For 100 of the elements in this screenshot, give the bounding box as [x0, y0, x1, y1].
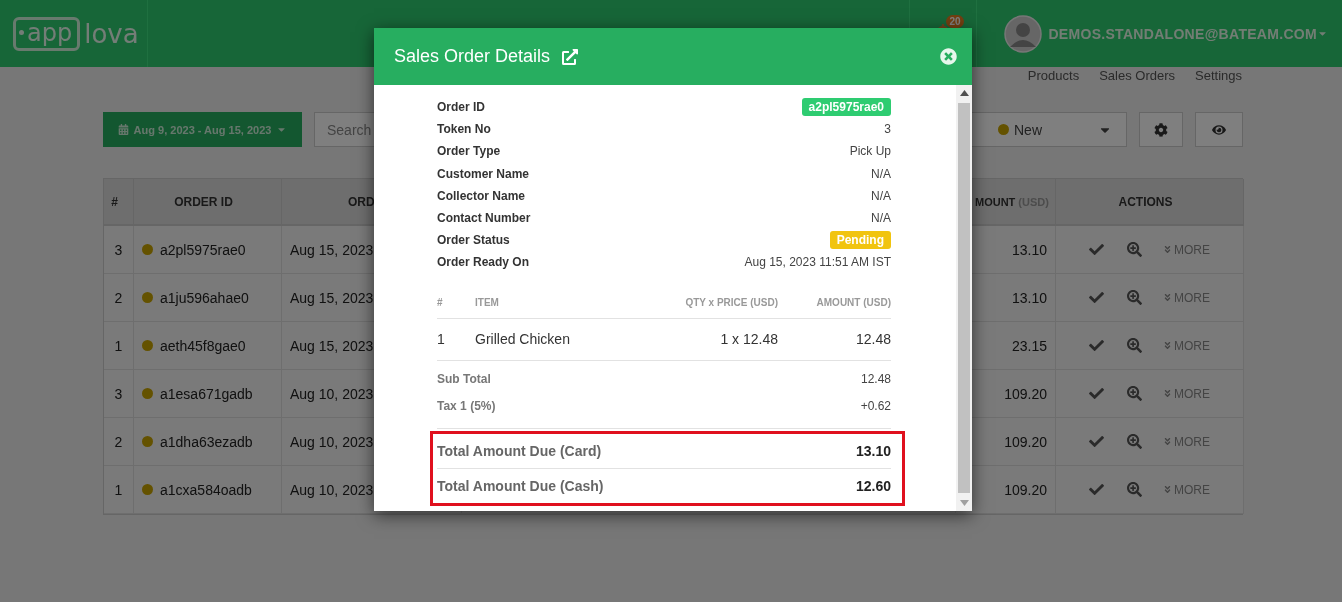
order-id: a1ju596ahae0 — [160, 289, 249, 306]
detail-value: Pick Up — [849, 144, 891, 159]
item-name: Grilled Chicken — [475, 331, 570, 347]
order-id: aeth45f8gae0 — [160, 337, 246, 354]
row-number: 3 — [114, 241, 123, 258]
status-dot — [142, 244, 153, 255]
zoom-icon[interactable] — [1127, 242, 1142, 257]
zoom-icon[interactable] — [1127, 482, 1142, 497]
view-button[interactable] — [1195, 112, 1243, 147]
status-dot — [998, 124, 1009, 135]
external-link-icon[interactable] — [562, 48, 579, 65]
summary-label: Sub Total — [437, 372, 491, 386]
check-icon[interactable] — [1089, 242, 1104, 257]
check-icon[interactable] — [1089, 290, 1104, 305]
column-header: # — [104, 179, 134, 226]
order-date: Aug 10, 2023 — [290, 433, 374, 450]
status-dot — [142, 292, 153, 303]
scrollbar[interactable] — [956, 85, 972, 511]
order-id: a1esa671gadb — [160, 385, 253, 402]
summary-value: +0.62 — [860, 399, 891, 413]
row-number: 2 — [114, 433, 123, 450]
column-header: AMOUNT (USD) — [778, 287, 891, 319]
status-badge: Pending — [829, 231, 891, 250]
detail-label: Order Type — [437, 144, 501, 159]
logo-text: lova — [84, 18, 139, 49]
status-dot — [142, 436, 153, 447]
check-icon[interactable] — [1089, 386, 1104, 401]
total-value: 13.10 — [855, 442, 891, 459]
eye-icon — [1212, 122, 1226, 137]
summary-value: 12.48 — [860, 372, 891, 386]
notification-count: 20 — [946, 15, 964, 28]
detail-label: Token No — [437, 122, 491, 137]
order-amount: 109.20 — [1004, 433, 1047, 450]
detail-label: Customer Name — [437, 166, 530, 181]
double-chevron-icon — [1163, 437, 1172, 446]
column-header: ITEM — [475, 287, 618, 319]
detail-label: Order Ready On — [437, 255, 530, 270]
total-label: Total Amount Due (Card) — [437, 442, 602, 459]
zoom-icon[interactable] — [1127, 338, 1142, 353]
zoom-icon[interactable] — [1127, 434, 1142, 449]
order-date: Aug 10, 2023 — [290, 385, 374, 402]
double-chevron-icon — [1163, 293, 1172, 302]
item-amount: 12.48 — [855, 331, 891, 347]
status-dot — [142, 388, 153, 399]
status-badge: a2pl5975rae0 — [801, 98, 891, 117]
order-amount: 109.20 — [1004, 481, 1047, 498]
order-id: a2pl5975rae0 — [160, 241, 246, 258]
detail-value: N/A — [871, 211, 891, 226]
calendar-icon — [117, 124, 129, 135]
double-chevron-icon — [1163, 341, 1172, 350]
order-id: a1cxa584oadb — [160, 481, 252, 498]
logo-badge: app — [13, 16, 81, 51]
user-menu[interactable]: DEMOS.STANDALONE@BATEAM.COM — [1048, 25, 1328, 42]
detail-value: N/A — [871, 188, 891, 203]
order-date: Aug 15, 2023 — [290, 337, 374, 354]
date-range-button[interactable]: Aug 9, 2023 - Aug 15, 2023 — [103, 112, 302, 147]
settings-button[interactable] — [1139, 112, 1183, 147]
zoom-icon[interactable] — [1127, 386, 1142, 401]
row-number: 2 — [114, 289, 123, 306]
total-label: Total Amount Due (Cash) — [437, 477, 604, 494]
double-chevron-icon — [1163, 245, 1172, 254]
order-date: Aug 15, 2023 — [290, 289, 374, 306]
zoom-icon[interactable] — [1127, 290, 1142, 305]
check-icon[interactable] — [1089, 338, 1104, 353]
order-amount: 13.10 — [1011, 241, 1047, 258]
up-arrow-icon[interactable] — [959, 90, 969, 96]
settings-icon — [1154, 122, 1168, 137]
nav-link[interactable]: Sales Orders — [1099, 67, 1175, 83]
order-date: Aug 15, 2023 — [290, 241, 374, 258]
detail-value: Aug 15, 2023 11:51 AM IST — [744, 255, 891, 270]
detail-value: N/A — [871, 166, 891, 181]
check-icon[interactable] — [1089, 482, 1104, 497]
double-chevron-icon — [1163, 389, 1172, 398]
order-id: a1dha63ezadb — [160, 433, 253, 450]
order-amount: 109.20 — [1004, 385, 1047, 402]
double-chevron-icon — [1163, 485, 1172, 494]
down-arrow-icon[interactable] — [959, 500, 969, 506]
column-header: ACTIONS — [1056, 179, 1244, 226]
summary-label: Tax 1 (5%) — [437, 399, 496, 413]
status-dot — [142, 340, 153, 351]
column-header: QTY x PRICE (USD) — [618, 287, 778, 319]
close-icon[interactable] — [940, 48, 957, 65]
column-header: # — [437, 287, 475, 319]
row-number: 1 — [114, 337, 123, 354]
nav-link[interactable]: Products — [1027, 67, 1080, 83]
total-value: 12.60 — [855, 477, 891, 494]
dialog-title: Sales Order Details — [394, 46, 551, 67]
detail-label: Order Status — [437, 233, 510, 248]
avatar-icon[interactable] — [1004, 14, 1043, 53]
row-number: 1 — [114, 481, 123, 498]
item-number: 1 — [437, 331, 445, 347]
item-qty-price: 1 x 12.48 — [720, 331, 778, 347]
detail-value: 3 — [884, 122, 891, 137]
check-icon[interactable] — [1089, 434, 1104, 449]
column-header: ORDER ID — [134, 179, 282, 226]
order-date: Aug 10, 2023 — [290, 481, 374, 498]
order-amount: 13.10 — [1011, 289, 1047, 306]
nav-link[interactable]: Settings — [1195, 67, 1242, 83]
detail-label: Order ID — [437, 100, 485, 115]
row-number: 3 — [114, 385, 123, 402]
